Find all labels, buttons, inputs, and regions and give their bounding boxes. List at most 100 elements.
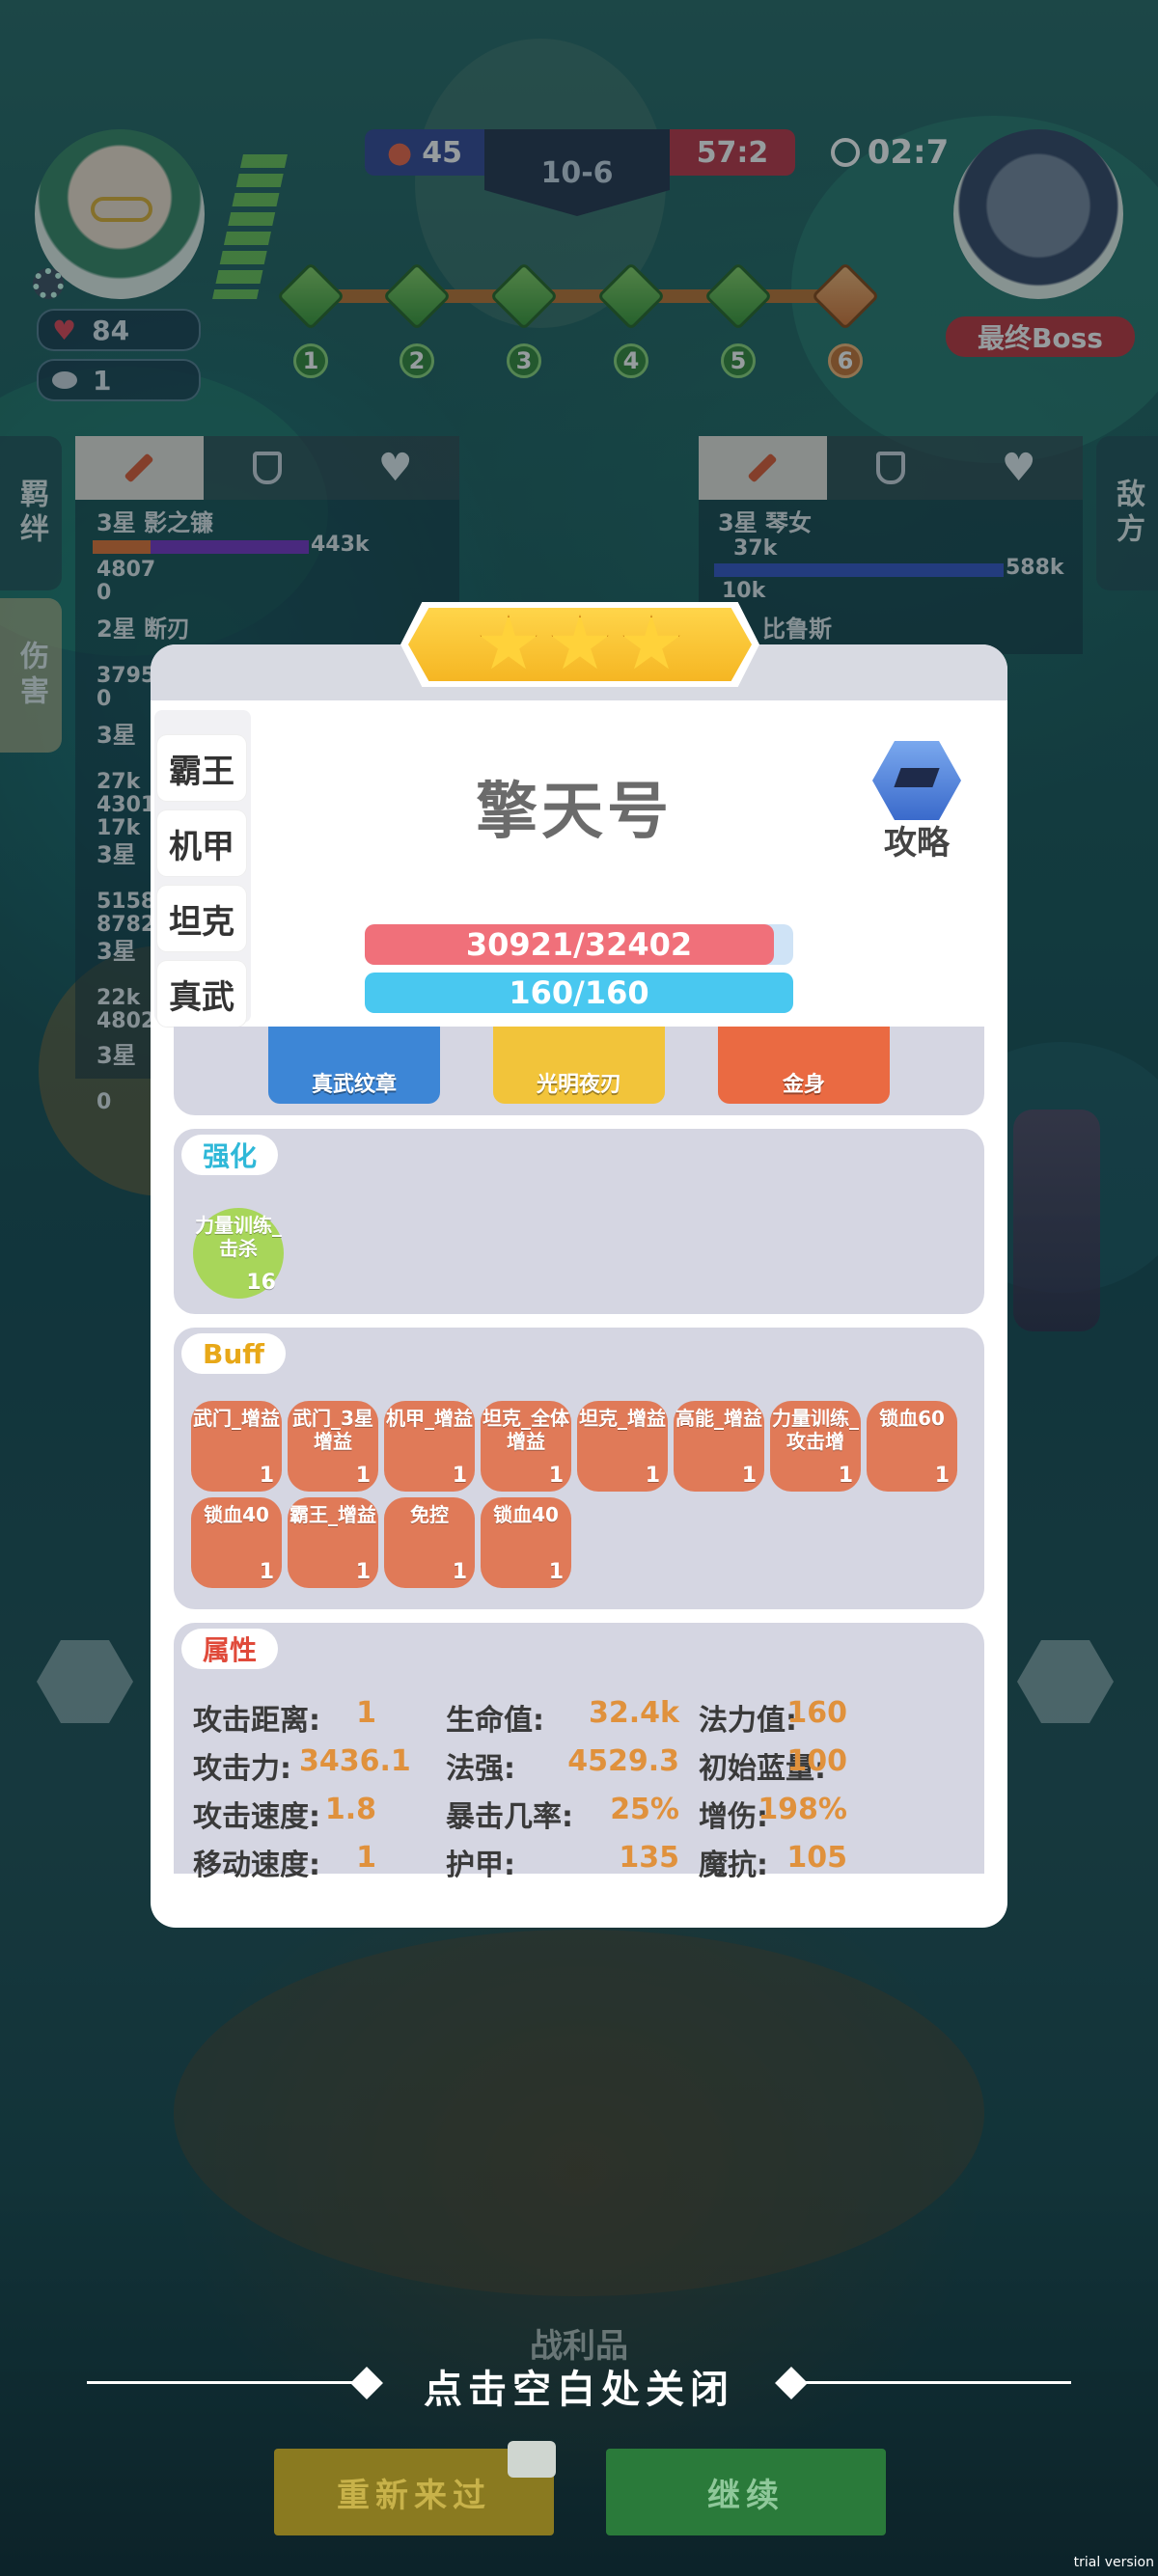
enhance-section: 强化 力量训练_击杀 16 bbox=[174, 1129, 984, 1314]
buff-item[interactable]: 武门_增益 1 bbox=[191, 1401, 282, 1492]
buff-name: 力量训练_攻击增 bbox=[772, 1407, 859, 1453]
buff-count: 1 bbox=[741, 1464, 757, 1488]
buff-count: 1 bbox=[934, 1464, 950, 1488]
buff-count: 1 bbox=[355, 1560, 371, 1584]
buff-count: 1 bbox=[452, 1560, 467, 1584]
attr-value: 1.8 bbox=[324, 1793, 376, 1826]
buff-item[interactable]: 免控 1 bbox=[384, 1497, 475, 1588]
hp-text: 30921/32402 bbox=[465, 926, 693, 963]
loot-label: 战利品 bbox=[530, 2327, 628, 2366]
attr-value: 135 bbox=[619, 1841, 679, 1875]
buff-name: 机甲_增益 bbox=[386, 1407, 473, 1430]
buff-item[interactable]: 机甲_增益 1 bbox=[384, 1401, 475, 1492]
graduation-cap-icon bbox=[872, 741, 961, 820]
buff-item[interactable]: 力量训练_攻击增 1 bbox=[770, 1401, 861, 1492]
trait-tag-label: 真武 bbox=[169, 977, 234, 1017]
hint-line-left bbox=[87, 2381, 367, 2384]
buff-name: 坦克_全体增益 bbox=[482, 1407, 569, 1453]
attr-value: 198% bbox=[758, 1793, 847, 1826]
attr-value: 160 bbox=[786, 1696, 847, 1730]
equip-slot-2[interactable]: 光明夜刃 bbox=[493, 1027, 665, 1104]
attributes-section: 属性 攻击距离: 1 生命值: 32.4k 法力值: 160 攻击力: 3436.1 法强: 45… bbox=[174, 1623, 984, 1882]
mp-bar: 160/160 bbox=[365, 973, 793, 1013]
enhance-title: 强化 bbox=[181, 1135, 279, 1175]
trait-tag-label: 机甲 bbox=[169, 827, 234, 866]
buff-title-text: Buff bbox=[203, 1337, 264, 1370]
buff-count: 1 bbox=[259, 1560, 274, 1584]
buff-item[interactable]: 武门_3星增益 1 bbox=[288, 1401, 378, 1492]
equip-name: 光明夜刃 bbox=[536, 1073, 621, 1097]
star-banner bbox=[400, 602, 759, 687]
buff-item[interactable]: 霸王_增益 1 bbox=[288, 1497, 378, 1588]
buff-count: 1 bbox=[548, 1464, 564, 1488]
buff-item[interactable]: 锁血60 1 bbox=[867, 1401, 957, 1492]
trait-tag-zhenwu[interactable]: 真武 bbox=[157, 961, 246, 1027]
hp-bar: 30921/32402 bbox=[365, 924, 793, 965]
trait-tag-label: 霸王 bbox=[169, 752, 234, 791]
buff-name: 锁血40 bbox=[204, 1503, 269, 1526]
buff-name: 高能_增益 bbox=[676, 1407, 762, 1430]
star-icon bbox=[480, 615, 538, 670]
trait-tag-mecha[interactable]: 机甲 bbox=[157, 810, 246, 876]
buff-section: Buff 武门_增益 1 武门_3星增益 1 机甲_增益 1 坦克_全体增益 1 坦克_增益 1 高… bbox=[174, 1328, 984, 1609]
buff-item[interactable]: 锁血40 1 bbox=[481, 1497, 571, 1588]
buff-name: 武门_增益 bbox=[193, 1407, 280, 1430]
guide-label: 攻略 bbox=[884, 824, 950, 863]
enhance-item-count: 16 bbox=[246, 1271, 276, 1295]
equipment-section: 真武纹章 光明夜刃 金身 bbox=[174, 1027, 984, 1115]
attr-value: 4529.3 bbox=[567, 1744, 679, 1778]
video-icon bbox=[508, 2441, 556, 2478]
star-rating bbox=[400, 610, 759, 679]
buff-name: 武门_3星增益 bbox=[292, 1407, 373, 1453]
attr-value: 105 bbox=[786, 1841, 847, 1875]
hint-diamond-left bbox=[350, 2367, 383, 2399]
buff-item[interactable]: 锁血40 1 bbox=[191, 1497, 282, 1588]
buff-item[interactable]: 坦克_全体增益 1 bbox=[481, 1401, 571, 1492]
buff-title: Buff bbox=[181, 1333, 286, 1374]
attr-value: 32.4k bbox=[589, 1696, 679, 1730]
hint-line-right bbox=[791, 2381, 1071, 2384]
attr-value: 100 bbox=[786, 1744, 847, 1778]
attributes-title-text: 属性 bbox=[203, 1634, 258, 1666]
attr-key: 法强: bbox=[446, 1752, 515, 1786]
buff-name: 免控 bbox=[410, 1503, 449, 1526]
attr-value: 25% bbox=[610, 1793, 679, 1826]
enhance-item-name: 力量训练_击杀 bbox=[195, 1214, 282, 1260]
trait-tag-bawang[interactable]: 霸王 bbox=[157, 735, 246, 801]
trait-tag-label: 坦克 bbox=[169, 902, 234, 942]
buff-count: 1 bbox=[645, 1464, 660, 1488]
star-icon bbox=[551, 615, 609, 670]
attr-value: 3436.1 bbox=[299, 1744, 411, 1778]
attr-value: 1 bbox=[356, 1841, 376, 1875]
buff-count: 1 bbox=[259, 1464, 274, 1488]
continue-label: 继续 bbox=[707, 2476, 785, 2515]
continue-button[interactable]: 继续 bbox=[606, 2449, 886, 2535]
enhance-item[interactable]: 力量训练_击杀 16 bbox=[193, 1208, 284, 1299]
star-icon bbox=[622, 615, 680, 670]
buff-count: 1 bbox=[548, 1560, 564, 1584]
buff-name: 锁血60 bbox=[879, 1407, 945, 1430]
buff-count: 1 bbox=[838, 1464, 853, 1488]
retry-button[interactable]: 重新来过 bbox=[274, 2441, 556, 2535]
watermark: trial version bbox=[1073, 2555, 1154, 2570]
buff-count: 1 bbox=[355, 1464, 371, 1488]
buff-name: 锁血40 bbox=[493, 1503, 559, 1526]
buff-name: 坦克_增益 bbox=[579, 1407, 666, 1430]
attr-key: 攻击力: bbox=[193, 1752, 291, 1786]
equip-name: 真武纹章 bbox=[311, 1073, 397, 1097]
guide-button[interactable]: 攻略 bbox=[859, 735, 975, 863]
equip-slot-1[interactable]: 真武纹章 bbox=[268, 1027, 440, 1104]
buff-item[interactable]: 高能_增益 1 bbox=[674, 1401, 764, 1492]
buff-item[interactable]: 坦克_增益 1 bbox=[577, 1401, 668, 1492]
trait-tag-tank[interactable]: 坦克 bbox=[157, 886, 246, 951]
attr-key: 护甲: bbox=[446, 1849, 515, 1882]
attributes-title: 属性 bbox=[181, 1629, 279, 1669]
attr-value: 1 bbox=[356, 1696, 376, 1730]
unit-name: 擎天号 bbox=[476, 777, 673, 848]
enhance-title-text: 强化 bbox=[203, 1140, 258, 1172]
retry-label: 重新来过 bbox=[337, 2476, 491, 2515]
buff-name: 霸王_增益 bbox=[290, 1503, 376, 1526]
mp-text: 160/160 bbox=[509, 974, 649, 1011]
equip-slot-3[interactable]: 金身 bbox=[718, 1027, 890, 1104]
buff-count: 1 bbox=[452, 1464, 467, 1488]
